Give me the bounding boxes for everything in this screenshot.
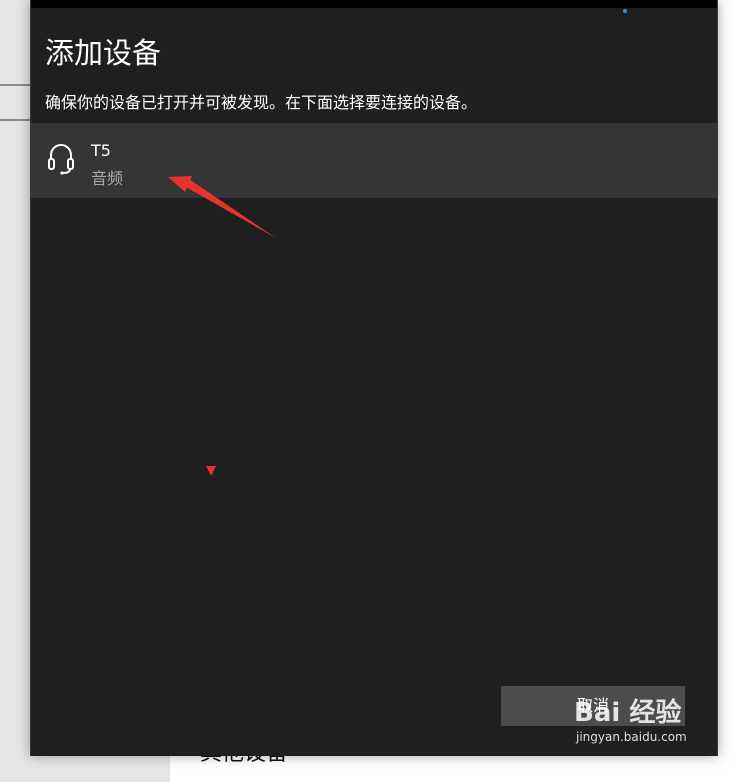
watermark-logo: Bai 经验 — [574, 698, 682, 728]
baidu-jingyan-watermark: Bai 经验 jingyan.baidu.com — [572, 688, 718, 748]
dialog-title: 添加设备 — [45, 36, 162, 70]
watermark-url: jingyan.baidu.com — [576, 730, 687, 744]
device-name: T5 — [91, 141, 111, 160]
dialog-top-bar — [31, 0, 717, 8]
progress-dot — [623, 9, 627, 13]
screen: 其他设备 添加设备 确保你的设备已打开并可被发现。在下面选择要连接的设备。 T5… — [0, 0, 748, 782]
device-list-item[interactable]: T5 音频 — [31, 123, 717, 198]
add-device-dialog: 添加设备 确保你的设备已打开并可被发现。在下面选择要连接的设备。 T5 音频 取… — [30, 0, 718, 756]
headset-icon — [48, 144, 74, 175]
dialog-description: 确保你的设备已打开并可被发现。在下面选择要连接的设备。 — [45, 93, 478, 112]
device-type: 音频 — [91, 169, 124, 188]
